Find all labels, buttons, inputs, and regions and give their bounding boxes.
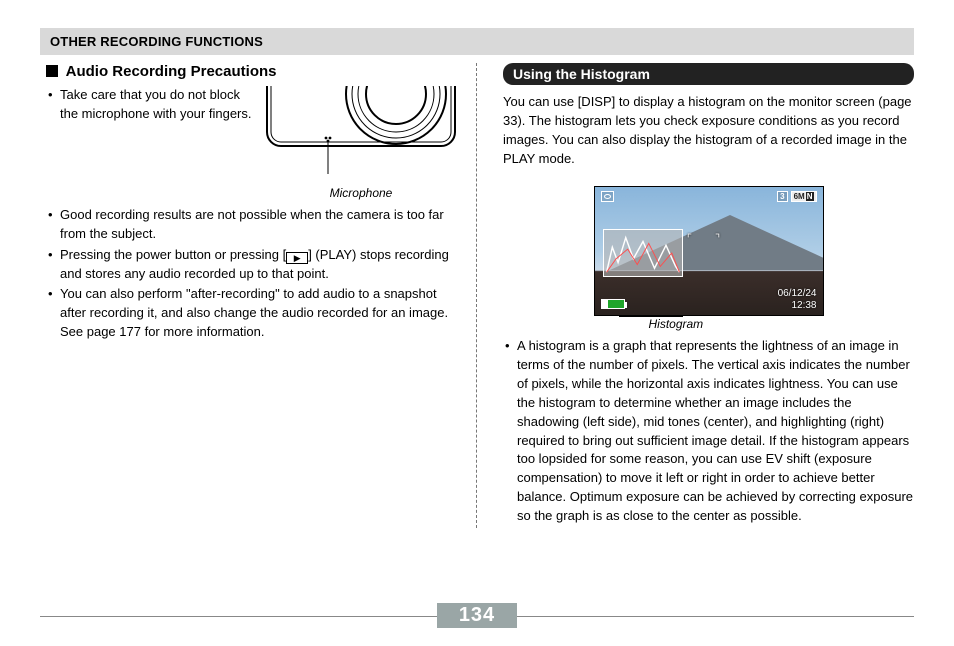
lcd-screen: 3 6MN ⌜ ⌝ 06/12/24 12:38 <box>594 186 824 316</box>
section-header: OTHER RECORDING FUNCTIONS <box>40 28 914 55</box>
image-size-badge: 6MN <box>791 191 817 202</box>
bullet-item: Take care that you do not block the micr… <box>46 86 256 124</box>
camera-mode-icon <box>601 191 614 202</box>
page-number: 134 <box>437 603 517 628</box>
battery-icon <box>601 299 625 309</box>
section-title-text: Using the Histogram <box>513 66 650 82</box>
bullet-item: Pressing the power button or pressing [▶… <box>46 246 456 284</box>
camera-illustration <box>266 86 456 181</box>
lcd-datetime: 06/12/24 12:38 <box>778 288 817 311</box>
intro-paragraph: You can use [DISP] to display a histogra… <box>503 93 914 168</box>
shots-remaining: 3 <box>777 191 787 202</box>
top-bullet-list: Take care that you do not block the micr… <box>46 86 256 126</box>
camera-figure: Microphone <box>266 86 456 200</box>
right-column: Using the Histogram You can use [DISP] t… <box>477 63 914 528</box>
section-title-histogram: Using the Histogram <box>503 63 914 85</box>
subheading-text: Audio Recording Precautions <box>66 63 277 80</box>
lcd-top-right: 3 6MN <box>777 191 816 202</box>
histogram-overlay <box>603 229 683 277</box>
lcd-date: 06/12/24 <box>778 288 817 300</box>
precaution-bullet-list: Good recording results are not possible … <box>46 206 456 342</box>
microphone-caption: Microphone <box>266 186 456 200</box>
page-footer: 134 <box>40 603 914 628</box>
play-icon: ▶ <box>286 252 308 264</box>
histogram-caption: Histogram <box>649 317 824 331</box>
histogram-bullet-list: A histogram is a graph that represents t… <box>503 337 914 525</box>
lcd-time: 12:38 <box>778 300 817 312</box>
subheading-audio-precautions: Audio Recording Precautions <box>46 63 456 80</box>
lcd-top-row: 3 6MN <box>595 191 823 202</box>
section-header-text: OTHER RECORDING FUNCTIONS <box>50 34 263 49</box>
bullet-item: You can also perform "after-recording" t… <box>46 285 456 342</box>
image-quality-label: N <box>806 192 814 201</box>
left-column: Audio Recording Precautions Take care th… <box>40 63 477 528</box>
image-size-label: 6M <box>794 192 805 201</box>
square-bullet-icon <box>46 65 58 77</box>
precaution-row: Take care that you do not block the micr… <box>46 86 456 200</box>
lcd-figure: 3 6MN ⌜ ⌝ 06/12/24 12:38 <box>594 186 824 331</box>
bullet-item: Good recording results are not possible … <box>46 206 456 244</box>
two-column-layout: Audio Recording Precautions Take care th… <box>40 63 914 528</box>
bullet-item: A histogram is a graph that represents t… <box>503 337 914 525</box>
